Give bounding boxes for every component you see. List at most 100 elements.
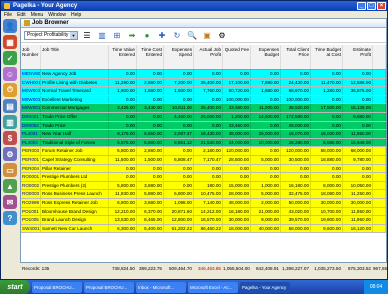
table-row[interactable]: PO1005 Brand Launch Design 13,530.00 8,465.… bbox=[21, 216, 386, 225]
help-icon[interactable]: ? bbox=[3, 211, 17, 225]
table-cell: 0.00 bbox=[109, 95, 137, 104]
table-cell: 0.00 bbox=[281, 164, 311, 173]
table-cell: 11,290.00 bbox=[109, 78, 137, 87]
table-cell: 43,020.00 bbox=[281, 207, 311, 216]
chart-icon[interactable]: ▲ bbox=[3, 179, 17, 193]
col-actual-profit[interactable]: Actual Job Profit bbox=[194, 45, 223, 69]
table-row[interactable]: CWH001 Profile Living with Diabetes 11,290… bbox=[21, 78, 386, 88]
status-footer: Records: 135 738,824.50 389,223.75 509,464… bbox=[20, 264, 388, 273]
minimize-button[interactable]: _ bbox=[357, 2, 366, 10]
calendar-icon[interactable]: ▦ bbox=[3, 35, 17, 49]
jobs-icon[interactable]: ✓ bbox=[3, 51, 17, 65]
settings-tool-icon[interactable]: ⚙ bbox=[216, 29, 228, 41]
table-cell: 8,851.12 bbox=[164, 138, 194, 147]
maximize-button[interactable]: □ bbox=[367, 2, 376, 10]
table-cell: 12,588.00 bbox=[343, 78, 373, 87]
table-row[interactable]: SW4001 Sarnett New Car Launch 6,300.00 5,40… bbox=[21, 224, 386, 234]
reports-icon[interactable]: ▥ bbox=[3, 115, 17, 129]
start-button[interactable]: start bbox=[0, 280, 30, 294]
bar-chart-icon[interactable]: ▥ bbox=[96, 29, 108, 41]
table-row[interactable]: RO2999 Ross Express Retainer Job 6,800.00 3… bbox=[21, 198, 386, 208]
search-icon[interactable]: 🔍 bbox=[186, 29, 198, 41]
table-cell: 5,875.00 bbox=[109, 138, 137, 147]
table-row[interactable]: DR0001 Trade Price Offer 0.00 0.00 4,460.00 2… bbox=[21, 112, 386, 122]
table-cell: 3,680.00 bbox=[137, 198, 164, 207]
table-cell: Traditional Style of Forces bbox=[41, 138, 109, 147]
col-time-cost[interactable]: Time Cost Entered bbox=[137, 45, 164, 69]
table-row[interactable]: PL4001 New Year Half 8,175.00 6,650.00 2,087… bbox=[21, 130, 386, 139]
table-cell: 61,202.22 bbox=[164, 224, 194, 233]
refresh-icon[interactable]: ↻ bbox=[171, 29, 183, 41]
filter-select[interactable]: Project Profitability ▼ bbox=[24, 30, 78, 40]
col-job-title[interactable]: Job Title bbox=[41, 45, 109, 69]
table-cell: 16,570.00 bbox=[194, 216, 223, 224]
table-cell: 0.00 bbox=[164, 121, 194, 130]
table-cell: 5,800.00 bbox=[109, 181, 137, 190]
close-button[interactable]: × bbox=[377, 2, 386, 10]
columns-icon[interactable]: ☰ bbox=[81, 29, 93, 41]
table-row[interactable]: PER004 Pillar Retainer 0.00 0.00 0.00 0.00 0.0… bbox=[21, 164, 386, 174]
filter-icon[interactable]: ⊞ bbox=[111, 29, 123, 41]
table-row[interactable]: RO0001 Prestige Plumbers Ltd 0.00 0.00 0.00 0… bbox=[21, 173, 386, 182]
task-2[interactable]: Proposal BROCHU... bbox=[84, 281, 134, 293]
table-row[interactable]: M0W003 Excellent Marketing 0.00 0.00 0.00 0.0… bbox=[21, 95, 386, 105]
table-row[interactable]: M0W003 Normal Travel Timecard 1,800.00 1,68… bbox=[21, 87, 386, 96]
invoices-icon[interactable]: $ bbox=[3, 131, 17, 145]
table-cell: 15,000.00 bbox=[223, 181, 251, 190]
table-row[interactable]: PL4004 Traditional Style of Forces 5,875.0… bbox=[21, 138, 386, 148]
table-cell: 16,430.00 bbox=[194, 130, 223, 138]
clock: 08:04 bbox=[364, 280, 388, 294]
menu-help[interactable]: Help bbox=[71, 12, 81, 18]
col-expenses-budget[interactable]: Expenses Budget bbox=[251, 45, 281, 69]
col-estimate-profit[interactable]: Estimate Profit bbox=[343, 45, 373, 69]
total-value: 1,055,504.00 bbox=[223, 266, 250, 271]
col-time-budget[interactable]: Time Budget at Cost bbox=[311, 45, 343, 69]
table-row[interactable]: PO1001 Bloomhouse Brand Design 12,210.00 6,… bbox=[21, 207, 386, 217]
col-job-number[interactable]: Job Number bbox=[21, 45, 41, 69]
table-cell: 30,500.00 bbox=[281, 155, 311, 164]
total-value: 842,408.91 bbox=[256, 266, 279, 271]
timesheet-icon[interactable]: ⏱ bbox=[3, 83, 17, 97]
mail-icon[interactable]: ✉ bbox=[3, 195, 17, 209]
table-cell bbox=[373, 224, 386, 233]
table-row[interactable]: M0W001 Commercial Mortgages 3,425.00 3,430.… bbox=[21, 104, 386, 113]
table-row[interactable]: PER003 Forum Retainer Job 5,800.00 2,880.00… bbox=[21, 147, 386, 156]
col-quoted-fee[interactable]: Quoted Fee bbox=[223, 45, 251, 69]
table-cell: 1,280.00 bbox=[311, 87, 343, 95]
table-cell: 39,570.00 bbox=[281, 216, 311, 224]
menu-menu[interactable]: Menu bbox=[31, 12, 44, 18]
table-row[interactable]: RO0002 Prestige Plumbers (2) 5,800.00 3,680… bbox=[21, 181, 386, 191]
folder-icon[interactable]: ▭ bbox=[3, 163, 17, 177]
go-icon[interactable]: ● bbox=[141, 29, 153, 41]
forward-arrow-icon[interactable]: ➡ bbox=[126, 29, 138, 41]
table-cell: 58,000.00 bbox=[281, 224, 311, 233]
table-cell: 7,170.47 bbox=[194, 155, 223, 164]
documents-icon[interactable]: ▤ bbox=[3, 99, 17, 113]
table-cell: 11,500.00 bbox=[109, 155, 137, 164]
bookmark-icon[interactable]: ▣ bbox=[201, 29, 213, 41]
table-row[interactable]: MENV801 New Agency Job 0.00 0.00 0.00 0.00 0.0… bbox=[21, 70, 386, 79]
task-3[interactable]: Inbox - Microsoft... bbox=[136, 281, 186, 293]
table-cell bbox=[373, 190, 386, 198]
table-cell: 10,475.00 bbox=[194, 190, 223, 198]
table-row[interactable]: RO0003 Ross Business Press Launch 11,930.0… bbox=[21, 190, 386, 199]
col-expenses-spend[interactable]: Expenses Spend bbox=[164, 45, 194, 69]
menu-edit[interactable]: Edit bbox=[17, 12, 26, 18]
menu-window[interactable]: Window bbox=[48, 12, 66, 18]
table-row[interactable]: PER001 Capel Strategy Consulting 11,500.00… bbox=[21, 155, 386, 165]
col-total-client-price[interactable]: Total Client Price bbox=[281, 45, 311, 69]
menu-file[interactable]: File bbox=[4, 12, 12, 18]
task-4[interactable]: Microsoft Excel - Ac... bbox=[188, 281, 238, 293]
contacts-icon[interactable]: ☺ bbox=[3, 67, 17, 81]
main-window: Pagelka - Your Agency _ □ × File Edit Me… bbox=[0, 0, 388, 280]
task-5[interactable]: Pagelka - Your Agency bbox=[240, 281, 290, 293]
table-cell bbox=[373, 164, 386, 173]
plus-icon[interactable]: ✚ bbox=[156, 29, 168, 41]
col-time-value[interactable]: Time Value Entered bbox=[109, 45, 137, 69]
settings-icon[interactable]: ⚙ bbox=[3, 147, 17, 161]
table-row[interactable]: DR0002 Trade Price 0.00 0.00 0.00 0.00 33,450.… bbox=[21, 121, 386, 131]
table-cell: 0.00 bbox=[164, 70, 194, 78]
table-cell: 2,880.00 bbox=[137, 78, 164, 87]
task-1[interactable]: Proposal BROCHU... bbox=[32, 281, 82, 293]
clients-icon[interactable]: 👤 bbox=[3, 19, 17, 33]
